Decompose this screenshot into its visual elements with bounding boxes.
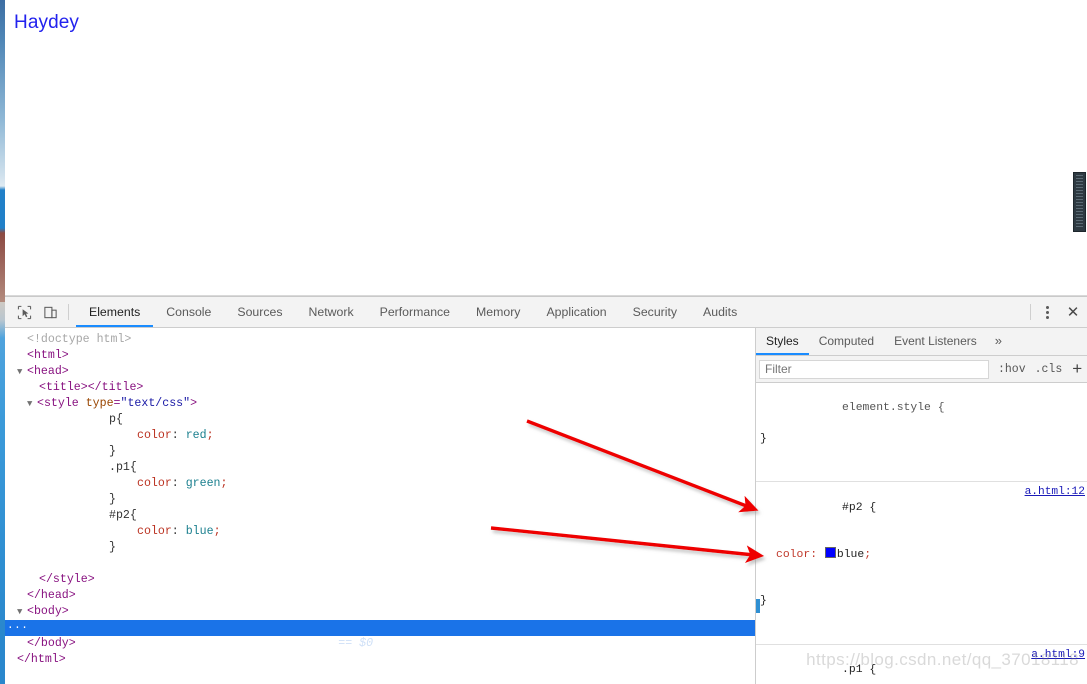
rule-close-brace: } [760,433,767,446]
toolbar-right-group: ✕ [1028,297,1087,327]
page-viewport: Haydey [5,0,1087,296]
device-toolbar-icon[interactable] [37,299,63,325]
rule-source-link[interactable]: a.html:9 [1031,648,1085,663]
tab-application[interactable]: Application [533,297,619,327]
tab-elements[interactable]: Elements [76,297,154,327]
declaration-color[interactable]: color: blue; [760,547,1087,563]
hover-state-toggle[interactable]: :hov [998,363,1026,376]
dom-row: color: red; [137,429,214,442]
dom-row-selected[interactable]: ... <p class="p1" id="p2">Haydey</p> == $… [5,620,755,650]
dom-row[interactable]: </style> [5,572,755,588]
tab-sources[interactable]: Sources [224,297,295,327]
close-icon[interactable]: ✕ [1059,299,1087,325]
tab-audits[interactable]: Audits [690,297,750,327]
twisty-icon[interactable]: ▼ [27,396,37,412]
twisty-icon[interactable]: ▼ [17,604,27,620]
dom-row: color: blue; [137,525,221,538]
styles-rules-list: element.style { } #p2 { a.html:12 color:… [756,383,1087,684]
dom-row[interactable]: <title></title> [5,380,755,396]
tab-console[interactable]: Console [153,297,224,327]
tab-styles[interactable]: Styles [756,328,809,355]
page-paragraph-haydey: Haydey [14,12,80,33]
toolbar-divider [68,304,69,320]
dom-row[interactable]: ▼ <head> [5,364,755,380]
page-scrollbar-thumb[interactable] [1073,172,1086,232]
inspect-cursor-icon[interactable] [11,299,37,325]
tab-network[interactable]: Network [296,297,367,327]
rule-source-link[interactable]: a.html:12 [1025,485,1085,500]
styles-tab-list: Styles Computed Event Listeners » [756,328,1087,356]
devtools-toolbar: Elements Console Sources Network Perform… [5,297,1087,328]
vertical-dots-icon[interactable] [1035,299,1059,325]
dom-row[interactable]: ▼ <style type="text/css"> [5,396,755,412]
dom-row: p{ [109,413,123,426]
more-tabs-chevron-icon[interactable]: » [987,328,1010,355]
dom-row[interactable]: <!doctype html> [5,332,755,348]
dom-row-blank [5,556,755,572]
tab-event-listeners[interactable]: Event Listeners [884,328,987,355]
toolbar-divider-right [1030,304,1031,320]
dom-row: color: green; [137,477,228,490]
dom-row[interactable]: </head> [5,588,755,604]
style-rule-element-style[interactable]: element.style { } [756,383,1087,483]
devtools-tab-list: Elements Console Sources Network Perform… [76,297,750,327]
new-style-rule-button[interactable]: + [1072,360,1082,377]
styles-filter-bar: :hov .cls + [756,356,1087,383]
expand-dots-icon[interactable]: ... [7,621,28,632]
style-rule-p1-class[interactable]: .p1 { a.html:9 color: green; } [756,645,1087,684]
tab-security[interactable]: Security [620,297,690,327]
dom-row[interactable]: </html> [5,652,755,668]
dom-row: .p1{ [109,461,137,474]
dom-row[interactable]: <html> [5,348,755,364]
styles-pane: Styles Computed Event Listeners » :hov .… [755,328,1087,684]
dom-tree-pane[interactable]: <!doctype html> <html> ▼ <head> <title></… [5,328,755,684]
window-left-edge-strip-lower [0,302,5,684]
devtools-panel: Elements Console Sources Network Perform… [5,296,1087,684]
dom-row: } [109,493,116,506]
style-rule-p2[interactable]: #p2 { a.html:12 color: blue; } [756,482,1087,645]
dom-row: } [109,541,116,554]
tab-performance[interactable]: Performance [367,297,463,327]
color-swatch-icon[interactable] [824,547,836,559]
devtools-body: <!doctype html> <html> ▼ <head> <title></… [5,328,1087,684]
dom-row: #p2{ [109,509,137,522]
styles-filter-input[interactable] [759,359,989,379]
dom-row: } [109,445,116,458]
rule-close-brace: } [760,595,767,608]
dom-row[interactable]: </body> [5,636,755,652]
tab-computed[interactable]: Computed [809,328,884,355]
class-editor-toggle[interactable]: .cls [1035,363,1063,376]
browser-window: Haydey Elements Console Sources Network … [0,0,1087,684]
dom-row[interactable]: ▼ <body> [5,604,755,620]
twisty-icon[interactable]: ▼ [17,364,27,380]
tab-memory[interactable]: Memory [463,297,533,327]
